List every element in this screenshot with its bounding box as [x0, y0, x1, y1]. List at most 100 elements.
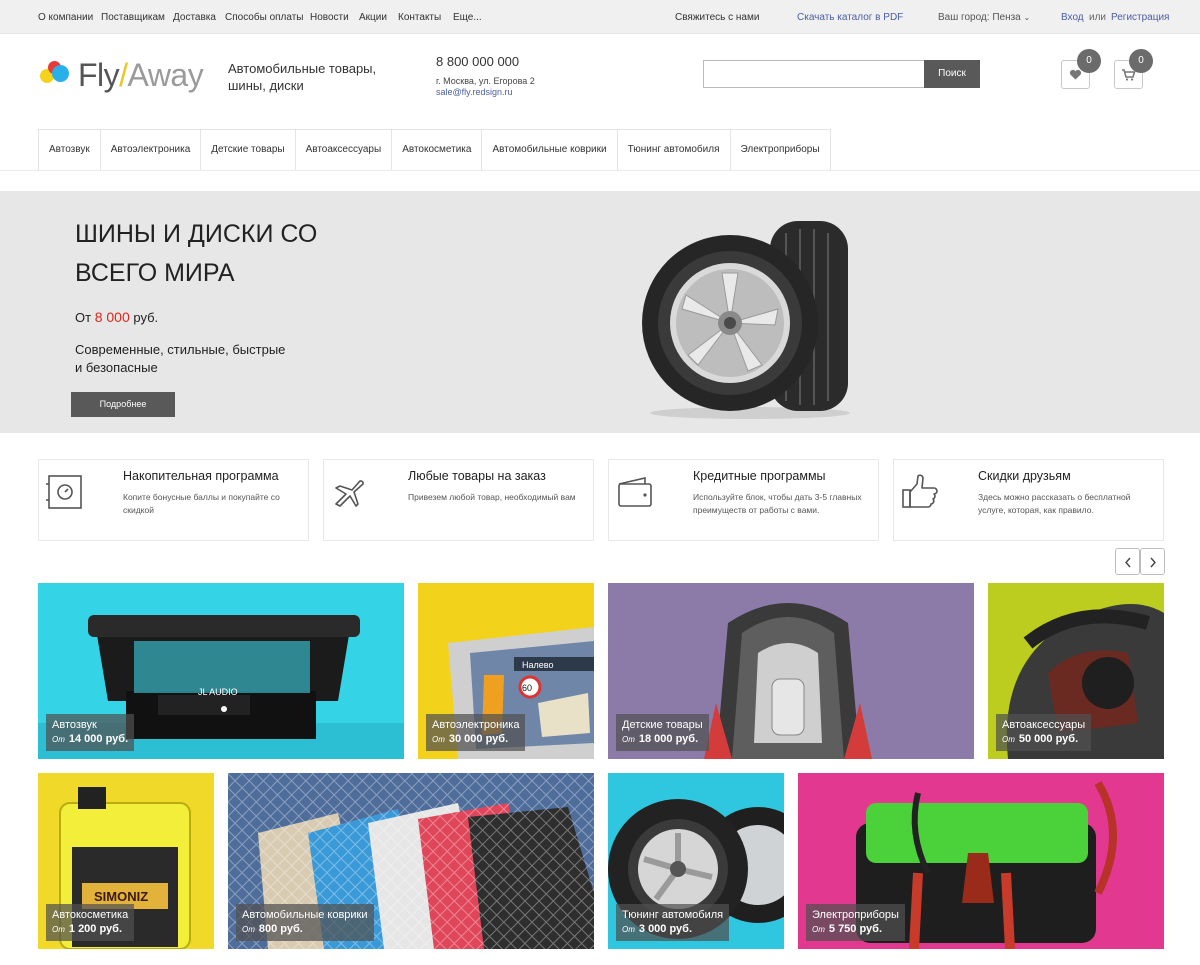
audio-brand-text: JL AUDIO — [198, 687, 238, 697]
top-menu-promo[interactable]: Акции — [359, 12, 387, 23]
tile-price: От 1 200 руб. — [52, 923, 128, 935]
banner-price-value: 8 000 — [94, 309, 130, 325]
feature-loyalty: Накопительная программа Копите бонусные … — [38, 459, 309, 541]
city-selector[interactable]: Ваш город: Пенза ⌄ — [938, 12, 1030, 23]
safe-icon — [46, 475, 82, 509]
search-input[interactable] — [703, 60, 925, 88]
search-button[interactable]: Поиск — [924, 60, 980, 88]
top-menu-more[interactable]: Еще... — [453, 12, 482, 23]
tile-price: От 3 000 руб. — [622, 923, 723, 935]
top-menu-payment[interactable]: Способы оплаты — [225, 12, 304, 23]
speed-limit-text: 60 — [522, 683, 532, 693]
category-nav: Автозвук Автоэлектроника Детские товары … — [38, 129, 831, 170]
logo-dot-blue — [52, 65, 69, 82]
phone-number[interactable]: 8 800 000 000 — [436, 54, 519, 69]
tile-price-from: От — [52, 735, 65, 744]
promo-banner: ШИНЫ И ДИСКИ СО ВСЕГО МИРА От 8 000 руб.… — [0, 191, 1200, 433]
cosmetic-brand-text: SIMONIZ — [94, 889, 148, 904]
login-link[interactable]: Вход — [1061, 12, 1084, 23]
tile-price-value: 5 750 руб. — [828, 923, 883, 935]
category-tile-accessories[interactable]: Автоаксессуары От 50 000 руб. — [988, 583, 1164, 759]
category-tile-car-electronics[interactable]: Налево 60 Автоэлектроника От 30 000 руб. — [418, 583, 594, 759]
nav-item-car-audio[interactable]: Автозвук — [38, 130, 100, 170]
banner-title: ШИНЫ И ДИСКИ СО ВСЕГО МИРА — [75, 220, 318, 287]
logo-text: Fly/Away — [78, 57, 204, 94]
top-bar: О компании Поставщикам Доставка Способы … — [0, 0, 1200, 34]
tile-price-from: От — [622, 925, 635, 934]
tile-price: От 5 750 руб. — [812, 923, 899, 935]
category-tile-kids[interactable]: Детские товары От 18 000 руб. — [608, 583, 974, 759]
top-menu-about[interactable]: О компании — [38, 12, 93, 23]
airplane-icon — [335, 480, 364, 507]
top-menu-contacts[interactable]: Контакты — [398, 12, 441, 23]
email-link[interactable]: sale@fly.redsign.ru — [436, 87, 513, 97]
top-menu-news[interactable]: Новости — [310, 12, 349, 23]
tile-price-value: 1 200 руб. — [68, 923, 123, 935]
tile-price: От 30 000 руб. — [432, 733, 519, 745]
tile-caption: Автомобильные коврики От 800 руб. — [236, 904, 374, 941]
top-menu-delivery[interactable]: Доставка — [173, 12, 216, 23]
feature-title: Любые товары на заказ — [408, 469, 546, 483]
tile-name: Тюнинг автомобиля — [622, 909, 724, 921]
tile-name: Автомобильные коврики — [242, 909, 368, 921]
category-tile-car-mats[interactable]: Автомобильные коврики От 800 руб. — [228, 773, 594, 949]
tile-price-from: От — [242, 925, 255, 934]
catalog-pdf-link[interactable]: Скачать каталог в PDF — [797, 12, 903, 23]
tile-caption: Автоаксессуары От 50 000 руб. — [996, 714, 1092, 751]
thumbs-up-icon — [902, 474, 938, 508]
wallet-icon — [618, 476, 652, 507]
tile-price-from: От — [622, 735, 635, 744]
nav-direction-text: Налево — [522, 660, 553, 670]
nav-item-accessories[interactable]: Автоаксессуары — [294, 130, 392, 170]
feature-title: Скидки друзьям — [978, 469, 1071, 483]
tile-name: Автоэлектроника — [432, 719, 520, 731]
city-label: Ваш город: Пенза — [938, 12, 1021, 23]
tile-name: Электроприборы — [812, 909, 899, 921]
tile-price: От 18 000 руб. — [622, 733, 703, 745]
tile-price-value: 18 000 руб. — [638, 733, 699, 745]
next-arrow-button[interactable] — [1140, 548, 1165, 575]
tile-name: Детские товары — [622, 719, 703, 731]
tile-caption: Тюнинг автомобиля От 3 000 руб. — [616, 904, 730, 941]
tile-caption: Электроприборы От 5 750 руб. — [806, 904, 905, 941]
feature-title: Кредитные программы — [693, 469, 826, 483]
feature-text: Используйте блок, чтобы дать 3-5 главных… — [693, 492, 862, 515]
tile-price-from: От — [812, 925, 825, 934]
category-tile-car-audio[interactable]: JL AUDIO Автозвук От 14 000 руб. — [38, 583, 404, 759]
banner-more-button[interactable]: Подробнее — [71, 392, 175, 417]
feature-text: Здесь можно рассказать о бесплатной услу… — [978, 492, 1131, 515]
tile-price: От 800 руб. — [242, 923, 368, 935]
feature-title: Накопительная программа — [123, 469, 279, 483]
contact-us-link[interactable]: Свяжитесь с нами — [675, 12, 759, 23]
logo-away: Away — [127, 57, 204, 93]
nav-item-electrical[interactable]: Электроприборы — [729, 130, 831, 170]
tile-price-from: От — [52, 925, 65, 934]
nav-item-cosmetics[interactable]: Автокосметика — [391, 130, 481, 170]
category-tile-cosmetics[interactable]: SIMONIZ Автокосметика От 1 200 руб. — [38, 773, 214, 949]
nav-item-kids[interactable]: Детские товары — [200, 130, 294, 170]
tile-price: От 14 000 руб. — [52, 733, 128, 745]
nav-item-car-mats[interactable]: Автомобильные коврики — [481, 130, 616, 170]
tile-price-value: 14 000 руб. — [68, 733, 129, 745]
favorites-count-badge: 0 — [1077, 49, 1101, 73]
logo-slash: / — [119, 57, 128, 93]
category-tile-tuning[interactable]: Тюнинг автомобиля От 3 000 руб. — [608, 773, 784, 949]
register-link[interactable]: Регистрация — [1111, 12, 1169, 23]
tile-caption: Автокосметика От 1 200 руб. — [46, 904, 135, 941]
prev-arrow-button[interactable] — [1115, 548, 1140, 575]
feature-credit: Кредитные программы Используйте блок, чт… — [608, 459, 879, 541]
logo[interactable]: Fly/Away — [38, 55, 208, 95]
tile-price-value: 30 000 руб. — [448, 733, 509, 745]
tile-name: Автокосметика — [52, 909, 129, 921]
tile-price-value: 3 000 руб. — [638, 923, 693, 935]
top-menu-suppliers[interactable]: Поставщикам — [101, 12, 165, 23]
banner-price: От 8 000 руб. — [75, 309, 158, 325]
nav-item-tuning[interactable]: Тюнинг автомобиля — [616, 130, 730, 170]
nav-item-car-electronics[interactable]: Автоэлектроника — [99, 130, 201, 170]
category-tile-electrical[interactable]: Электроприборы От 5 750 руб. — [798, 773, 1164, 949]
logo-fly: Fly — [78, 57, 120, 93]
tile-caption: Автоэлектроника От 30 000 руб. — [426, 714, 526, 751]
chevron-down-icon: ⌄ — [1023, 13, 1031, 22]
tagline: Автомобильные товары, шины, диски — [228, 61, 377, 93]
tile-price-from: От — [432, 735, 445, 744]
